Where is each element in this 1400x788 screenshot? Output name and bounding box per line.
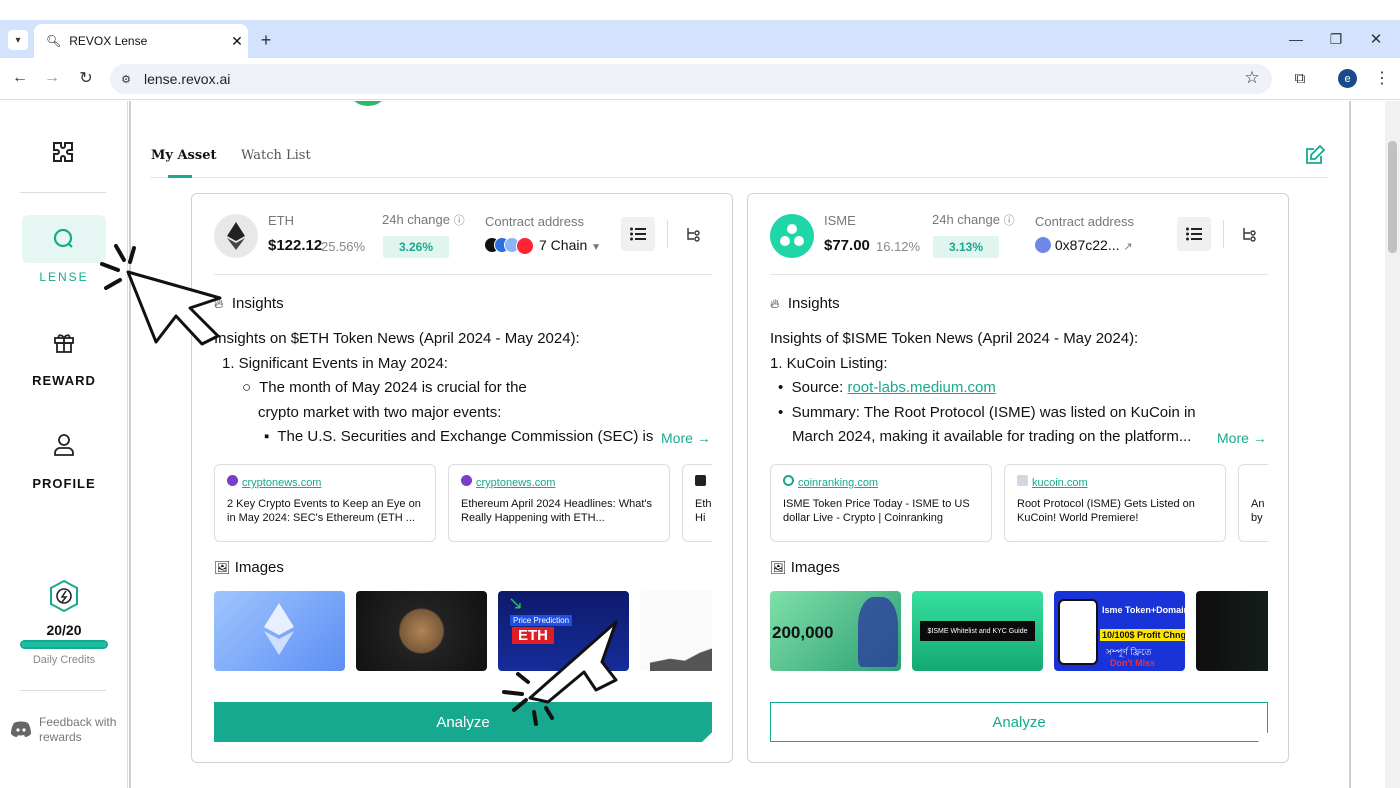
thumb-caption: $ISME Whitelist and KYC Guide	[920, 621, 1035, 641]
tab-title: REVOX Lense	[69, 34, 148, 48]
asset-card-isme: ISME $77.00 16.12% 24h change ⓘ 3.13% Co…	[747, 193, 1289, 763]
tab-search-icon[interactable]: ▾	[8, 30, 28, 50]
thumb-decoration	[858, 597, 898, 667]
image-strip: Price Prediction ETH ↘	[214, 194, 712, 674]
discord-icon	[11, 721, 31, 737]
address-bar[interactable]: lense.revox.ai	[110, 64, 1272, 94]
thumb-caption: 10/100$ Profit Chng	[1100, 629, 1185, 641]
url-text: lense.revox.ai	[144, 71, 231, 87]
back-icon[interactable]: ←	[10, 68, 30, 88]
image-strip: 200,000 $ISME Whitelist and KYC Guide Is…	[770, 194, 1268, 674]
search-icon: 🔍︎	[46, 34, 62, 48]
ethereum-image-icon	[264, 603, 294, 655]
edit-icon[interactable]	[1304, 144, 1326, 166]
thumb-caption: Don't Miss	[1110, 658, 1156, 668]
cursor-arrow-annotation	[100, 244, 222, 346]
browser-tab[interactable]: 🔍︎ REVOX Lense ✕	[34, 24, 248, 58]
feedback-link[interactable]: Feedback with rewards	[10, 714, 122, 746]
image-thumbnail[interactable]: 200,000	[770, 591, 901, 671]
browser-menu-icon[interactable]: ⋮	[1374, 68, 1390, 88]
credits-value: 20/20	[46, 622, 82, 638]
cursor-arrow-annotation	[502, 620, 618, 726]
tab-active-indicator	[168, 175, 192, 178]
image-thumbnail[interactable]	[640, 591, 712, 671]
analyze-button[interactable]: Analyze	[770, 702, 1268, 742]
profile-icon	[54, 434, 74, 456]
sidebar-divider	[20, 690, 106, 691]
image-thumbnail[interactable]	[1196, 591, 1268, 671]
image-thumbnail[interactable]: Isme Token+Domain 10/100$ Profit Chng সম…	[1054, 591, 1185, 671]
feedback-line2: rewards	[39, 730, 82, 744]
sidebar-item-reward[interactable]: REWARD	[0, 373, 128, 388]
price-chart-image	[649, 648, 712, 671]
asset-card-eth: ETH $122.12 25.56% 24h change ⓘ 3.26% Co…	[191, 193, 733, 763]
lense-icon	[53, 228, 73, 248]
up-arrow-decoration: ↘	[508, 593, 524, 613]
minimize-icon[interactable]: —	[1286, 28, 1306, 50]
credits-progress-bar	[20, 640, 108, 649]
bookmark-star-icon[interactable]: ☆	[1242, 68, 1262, 88]
sidebar: LENSE REWARD PROFILE 20/20 Daily Credits…	[0, 101, 128, 788]
credits-progress-fill	[22, 642, 106, 647]
profile-avatar[interactable]: e	[1338, 69, 1357, 88]
credits-badge-icon	[50, 579, 78, 613]
site-info-icon[interactable]: ⚙	[118, 70, 134, 88]
image-thumbnail[interactable]: $ISME Whitelist and KYC Guide	[912, 591, 1043, 671]
gift-icon	[54, 334, 74, 353]
new-tab-icon[interactable]: +	[256, 30, 276, 50]
sidebar-divider	[20, 192, 106, 193]
sidebar-item-lense[interactable]	[22, 215, 106, 263]
scrollbar-thumb[interactable]	[1388, 141, 1397, 253]
credits-label: Daily Credits	[32, 654, 96, 666]
feedback-line1: Feedback with	[39, 715, 117, 729]
puzzle-logo-icon[interactable]	[50, 139, 78, 167]
restore-icon[interactable]: ❐	[1326, 28, 1346, 50]
close-tab-icon[interactable]: ✕	[226, 33, 248, 50]
thumb-caption: 200,000	[772, 623, 834, 642]
image-thumbnail[interactable]	[356, 591, 487, 671]
tab-my-asset[interactable]: My Asset	[151, 148, 216, 163]
reload-icon[interactable]: ↻	[76, 68, 96, 88]
sidebar-item-profile[interactable]: PROFILE	[0, 476, 128, 491]
asset-tabs	[150, 140, 1328, 178]
close-window-icon[interactable]: ✕	[1366, 28, 1386, 50]
tab-watch-list[interactable]: Watch List	[241, 148, 311, 163]
image-thumbnail[interactable]	[214, 591, 345, 671]
phone-decoration	[1058, 599, 1098, 665]
extensions-icon[interactable]: ⧉	[1290, 68, 1310, 88]
thumb-caption: Isme Token+Domain	[1102, 605, 1185, 615]
page-scrollbar[interactable]	[1385, 101, 1400, 788]
analyze-button[interactable]: Analyze	[214, 702, 712, 742]
forward-icon[interactable]: →	[42, 68, 62, 88]
